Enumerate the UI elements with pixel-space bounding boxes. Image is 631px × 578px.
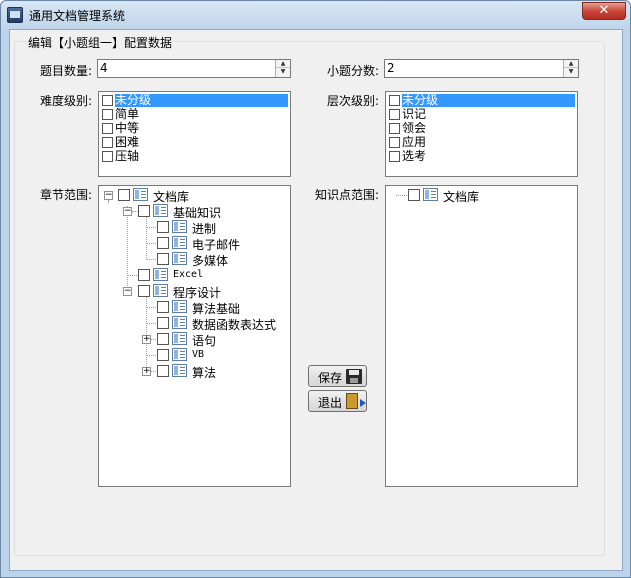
chapter-tree[interactable]: − 文档库 − 基础知识 进制 电子邮件 多媒体 Excel − 程序设计 算法… [98, 185, 291, 487]
folder-icon [172, 364, 187, 377]
level-checklist[interactable]: 未分级 识记 领会 应用 选考 [385, 91, 578, 177]
question-count-label: 题目数量: [40, 64, 93, 78]
tree-connector [127, 206, 128, 290]
sub-score-spin-buttons: ▲ ▼ [563, 60, 578, 77]
checkbox[interactable] [389, 123, 400, 134]
difficulty-item[interactable]: 未分级 [101, 94, 288, 108]
difficulty-label: 难度级别: [40, 94, 93, 108]
spin-up-icon[interactable]: ▲ [276, 60, 290, 68]
tree-connector [146, 307, 156, 308]
difficulty-item[interactable]: 简单 [101, 108, 288, 122]
checkbox[interactable] [157, 349, 169, 361]
difficulty-item[interactable]: 压轴 [101, 150, 288, 164]
spin-up-icon[interactable]: ▲ [564, 60, 578, 68]
checkbox[interactable] [389, 151, 400, 162]
checkbox[interactable] [102, 151, 113, 162]
level-item[interactable]: 识记 [388, 108, 575, 122]
checkbox[interactable] [157, 221, 169, 233]
expand-icon[interactable]: + [142, 367, 151, 376]
tree-connector [146, 355, 156, 356]
tree-connector [146, 323, 156, 324]
app-icon [7, 7, 23, 23]
tree-connector [146, 227, 156, 228]
question-count-spin-buttons: ▲ ▼ [275, 60, 290, 77]
sub-score-spinner[interactable]: 2 ▲ ▼ [384, 59, 579, 78]
close-button[interactable]: ✕ [582, 2, 626, 20]
exit-door-icon [346, 393, 366, 409]
checkbox[interactable] [138, 205, 150, 217]
document-icon [172, 300, 187, 313]
knowledge-tree[interactable]: 文档库 [385, 185, 578, 487]
difficulty-checklist[interactable]: 未分级 简单 中等 困难 压轴 [98, 91, 291, 177]
tree-connector [146, 259, 156, 260]
document-icon [172, 236, 187, 249]
checkbox[interactable] [102, 137, 113, 148]
document-icon [172, 316, 187, 329]
knowledge-scope-label: 知识点范围: [315, 188, 380, 202]
chapter-scope-label: 章节范围: [40, 188, 93, 202]
floppy-disk-icon [346, 369, 362, 384]
save-button[interactable]: 保存 [308, 365, 367, 387]
exit-button[interactable]: 退出 [308, 390, 367, 412]
checkbox[interactable] [389, 137, 400, 148]
document-icon [172, 348, 187, 361]
tree-connector [108, 200, 109, 202]
level-item[interactable]: 领会 [388, 122, 575, 136]
checkbox[interactable] [157, 317, 169, 329]
checkbox[interactable] [389, 95, 400, 106]
save-button-label: 保存 [318, 371, 343, 385]
exit-button-label: 退出 [318, 396, 343, 410]
collapse-icon[interactable]: − [123, 207, 132, 216]
checkbox[interactable] [408, 189, 420, 201]
expand-icon[interactable]: + [142, 335, 151, 344]
question-count-spinner[interactable]: 4 ▲ ▼ [97, 59, 291, 78]
folder-icon [133, 188, 148, 201]
tree-connector [127, 275, 137, 276]
document-icon [153, 268, 168, 281]
folder-icon [172, 332, 187, 345]
document-icon [172, 252, 187, 265]
level-item[interactable]: 未分级 [388, 94, 575, 108]
checkbox[interactable] [389, 109, 400, 120]
level-item[interactable]: 选考 [388, 150, 575, 164]
title-bar[interactable]: 通用文档管理系统 ✕ [1, 1, 630, 29]
level-label: 层次级别: [327, 94, 380, 108]
checkbox[interactable] [102, 123, 113, 134]
difficulty-item[interactable]: 中等 [101, 122, 288, 136]
tree-connector [146, 243, 156, 244]
close-icon: ✕ [598, 3, 610, 18]
checkbox[interactable] [157, 237, 169, 249]
checkbox[interactable] [138, 285, 150, 297]
tree-connector [151, 371, 156, 372]
checkbox[interactable] [138, 269, 150, 281]
folder-icon [153, 204, 168, 217]
sub-score-label: 小题分数: [327, 64, 380, 78]
document-icon [172, 220, 187, 233]
folder-icon [153, 284, 168, 297]
spin-down-icon[interactable]: ▼ [564, 68, 578, 76]
checkbox[interactable] [102, 109, 113, 120]
checkbox[interactable] [102, 95, 113, 106]
folder-icon [423, 188, 438, 201]
tree-connector [151, 339, 156, 340]
collapse-icon[interactable]: − [123, 287, 132, 296]
group-label: 编辑【小题组一】配置数据 [26, 34, 175, 51]
checkbox[interactable] [157, 333, 169, 345]
spin-down-icon[interactable]: ▼ [276, 68, 290, 76]
sub-score-value: 2 [387, 61, 395, 75]
checkbox[interactable] [118, 189, 130, 201]
level-item[interactable]: 应用 [388, 136, 575, 150]
checkbox[interactable] [157, 253, 169, 265]
question-count-value: 4 [100, 61, 108, 75]
window-title: 通用文档管理系统 [29, 9, 126, 23]
difficulty-item[interactable]: 困难 [101, 136, 288, 150]
checkbox[interactable] [157, 365, 169, 377]
tree-connector [146, 216, 147, 258]
collapse-icon[interactable]: − [104, 191, 113, 200]
checkbox[interactable] [157, 301, 169, 313]
